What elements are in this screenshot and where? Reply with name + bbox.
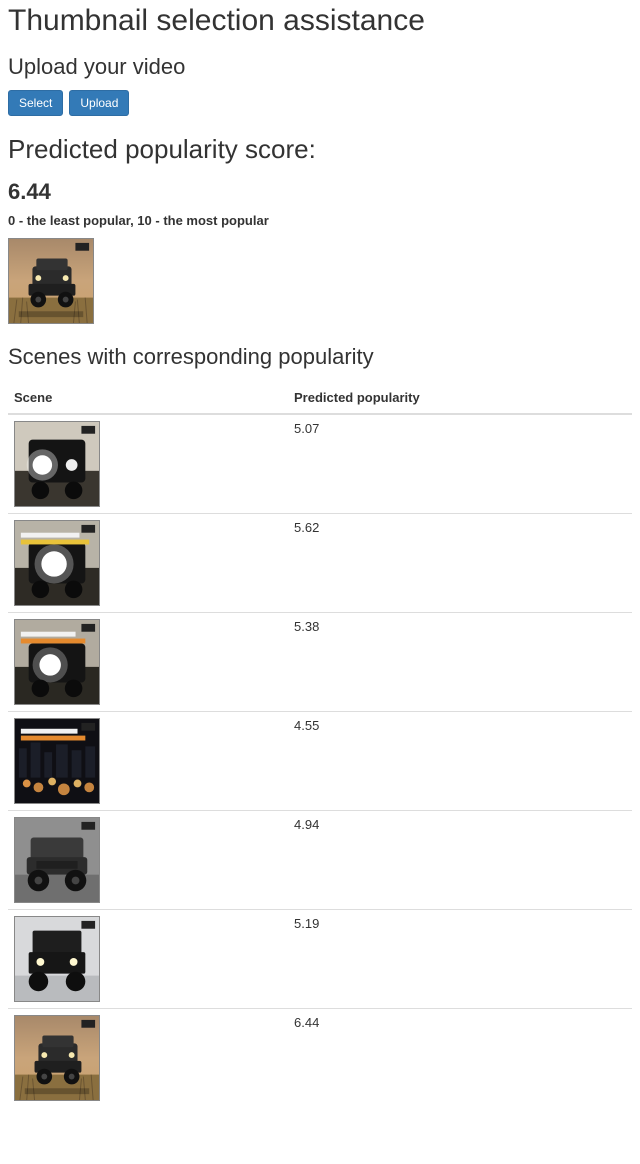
scene-popularity: 4.94 bbox=[288, 811, 632, 910]
scene-popularity: 5.07 bbox=[288, 414, 632, 514]
scene-popularity: 5.62 bbox=[288, 514, 632, 613]
upload-heading: Upload your video bbox=[8, 54, 632, 80]
scene-thumbnail bbox=[14, 421, 100, 507]
scenes-heading: Scenes with corresponding popularity bbox=[8, 344, 632, 370]
scene-popularity: 5.38 bbox=[288, 613, 632, 712]
scenes-table: Scene Predicted popularity bbox=[8, 382, 632, 1107]
scene-thumbnail bbox=[14, 718, 100, 804]
upload-button-row: Select Upload bbox=[8, 90, 632, 116]
scene-popularity: 5.19 bbox=[288, 910, 632, 1009]
score-hint: 0 - the least popular, 10 - the most pop… bbox=[8, 213, 632, 228]
table-row: 6.44 bbox=[8, 1009, 632, 1108]
main-thumbnail bbox=[8, 238, 94, 324]
predicted-score: 6.44 bbox=[8, 179, 632, 205]
select-button[interactable]: Select bbox=[8, 90, 63, 116]
scene-thumbnail bbox=[14, 817, 100, 903]
scene-thumbnail bbox=[14, 916, 100, 1002]
table-row: 5.19 bbox=[8, 910, 632, 1009]
col-popularity: Predicted popularity bbox=[288, 382, 632, 414]
page-title: Thumbnail selection assistance bbox=[8, 4, 632, 38]
scene-thumbnail bbox=[14, 1015, 100, 1101]
col-scene: Scene bbox=[8, 382, 288, 414]
scene-thumbnail bbox=[14, 619, 100, 705]
table-row: 5.38 bbox=[8, 613, 632, 712]
scene-popularity: 4.55 bbox=[288, 712, 632, 811]
predicted-heading: Predicted popularity score: bbox=[8, 134, 632, 165]
scene-popularity: 6.44 bbox=[288, 1009, 632, 1108]
upload-button[interactable]: Upload bbox=[69, 90, 129, 116]
scene-thumbnail bbox=[14, 520, 100, 606]
table-row: 5.07 bbox=[8, 414, 632, 514]
table-row: 5.62 bbox=[8, 514, 632, 613]
table-row: 4.94 bbox=[8, 811, 632, 910]
table-row: 4.55 bbox=[8, 712, 632, 811]
